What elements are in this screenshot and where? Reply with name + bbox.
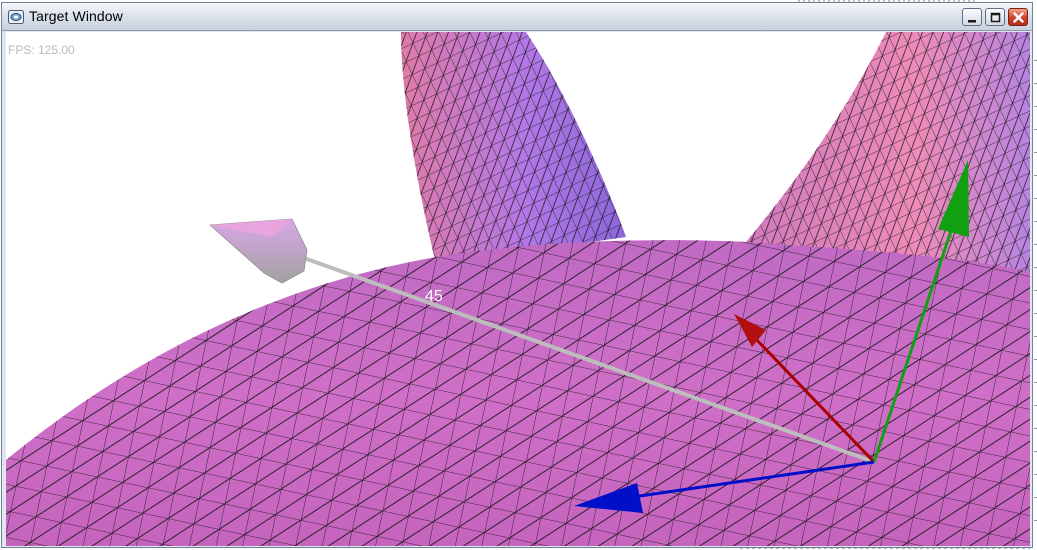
- mesh-ear-right: [746, 32, 1030, 272]
- window-title: Target Window: [29, 8, 123, 24]
- minimize-icon: [968, 20, 976, 23]
- minimize-button[interactable]: [962, 8, 982, 26]
- target-window: Target Window FPS: 125.00 45: [1, 2, 1033, 548]
- fps-counter: FPS: 125.00: [8, 43, 75, 57]
- maximize-icon: [990, 12, 1001, 23]
- mesh-ear-left: [401, 32, 626, 264]
- 3d-scene[interactable]: [6, 32, 1030, 546]
- 3d-viewport[interactable]: FPS: 125.00 45: [6, 32, 1030, 546]
- angle-label: 45: [425, 288, 443, 305]
- close-button[interactable]: [1008, 8, 1028, 26]
- close-icon: [1013, 12, 1024, 23]
- maximize-button[interactable]: [985, 8, 1005, 26]
- mesh-body: [6, 240, 1030, 546]
- title-bar[interactable]: Target Window: [2, 3, 1032, 31]
- app-window-icon[interactable]: [8, 10, 24, 24]
